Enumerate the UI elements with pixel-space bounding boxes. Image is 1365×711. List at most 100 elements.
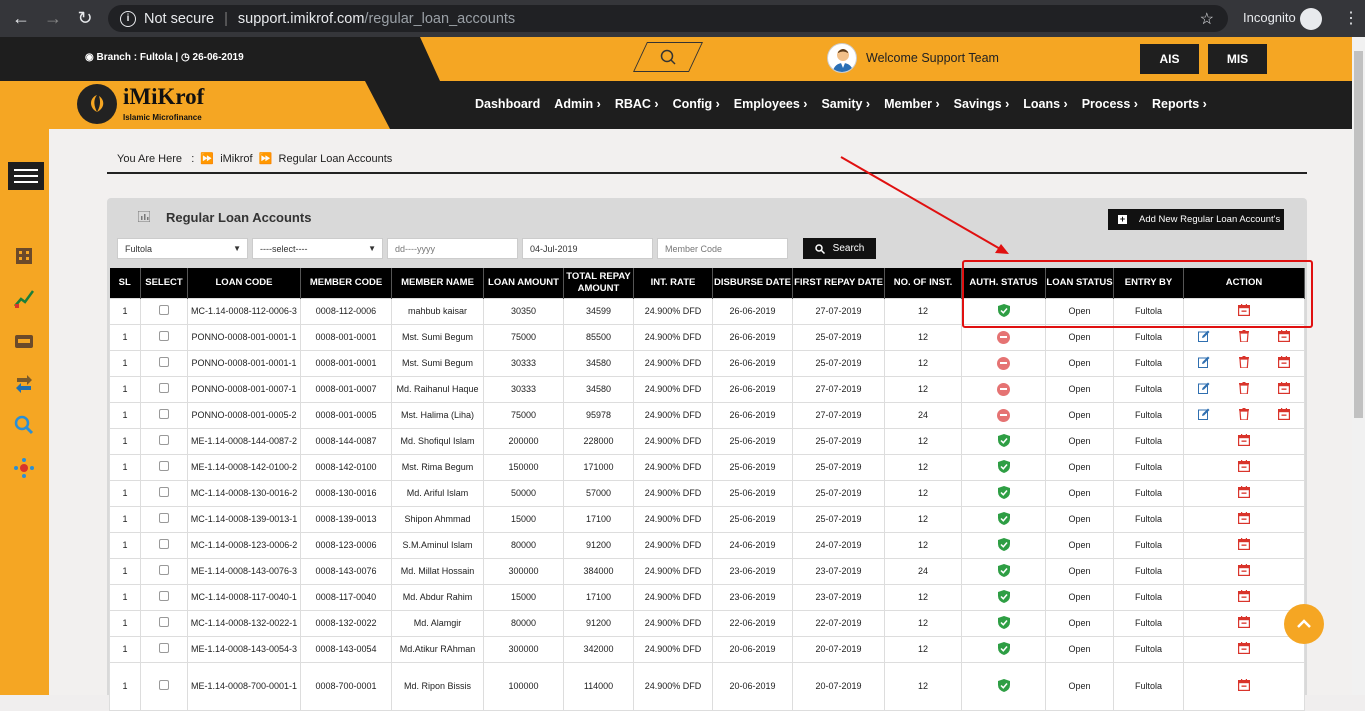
calendar-icon[interactable] bbox=[1238, 590, 1250, 602]
delete-icon[interactable] bbox=[1239, 330, 1249, 342]
calendar-icon[interactable] bbox=[1238, 538, 1250, 550]
hamburger-menu-icon[interactable] bbox=[8, 162, 44, 190]
table-row[interactable]: 1 ME-1.14-0008-143-0076-3 0008-143-0076 Md.… bbox=[109, 557, 1305, 585]
calendar-icon[interactable] bbox=[1238, 679, 1250, 691]
menu-loans[interactable]: Loans › bbox=[1023, 97, 1067, 111]
add-loan-account-button[interactable]: + Add New Regular Loan Account's bbox=[1108, 209, 1284, 230]
delete-icon[interactable] bbox=[1239, 408, 1249, 420]
calendar-icon[interactable] bbox=[1278, 330, 1290, 342]
row-checkbox[interactable] bbox=[159, 383, 169, 393]
select-cell[interactable] bbox=[140, 557, 188, 585]
table-row[interactable]: 1 MC-1.14-0008-112-0006-3 0008-112-0006 mah… bbox=[109, 297, 1305, 325]
calendar-icon[interactable] bbox=[1238, 564, 1250, 576]
bookmark-star-icon[interactable]: ☆ bbox=[1200, 9, 1214, 29]
menu-savings[interactable]: Savings › bbox=[954, 97, 1010, 111]
select-cell[interactable] bbox=[140, 583, 188, 611]
menu-reports[interactable]: Reports › bbox=[1152, 97, 1207, 111]
calendar-icon[interactable] bbox=[1238, 460, 1250, 472]
select-cell[interactable] bbox=[140, 635, 188, 663]
menu-rbac[interactable]: RBAC › bbox=[615, 97, 659, 111]
edit-icon[interactable] bbox=[1198, 330, 1210, 342]
calendar-icon[interactable] bbox=[1238, 486, 1250, 498]
select-cell[interactable] bbox=[140, 505, 188, 533]
calendar-icon[interactable] bbox=[1238, 616, 1250, 628]
row-checkbox[interactable] bbox=[159, 591, 169, 601]
table-row[interactable]: 1 MC-1.14-0008-123-0006-2 0008-123-0006 S.M… bbox=[109, 531, 1305, 559]
row-checkbox[interactable] bbox=[159, 617, 169, 627]
select-cell[interactable] bbox=[140, 401, 188, 429]
select-cell[interactable] bbox=[140, 531, 188, 559]
edit-icon[interactable] bbox=[1198, 356, 1210, 368]
calendar-icon[interactable] bbox=[1238, 642, 1250, 654]
table-row[interactable]: 1 ME-1.14-0008-700-0001-1 0008-700-0001 Md.… bbox=[109, 661, 1305, 711]
edit-icon[interactable] bbox=[1198, 382, 1210, 394]
bank-icon[interactable] bbox=[13, 329, 35, 351]
incognito-icon[interactable] bbox=[1300, 8, 1322, 30]
info-icon[interactable]: i bbox=[120, 10, 136, 27]
row-checkbox[interactable] bbox=[159, 487, 169, 497]
select-cell[interactable] bbox=[140, 323, 188, 351]
branch-select[interactable]: Fultola ▼ bbox=[117, 238, 248, 259]
forward-icon[interactable]: → bbox=[42, 8, 64, 30]
scroll-to-top-button[interactable] bbox=[1284, 604, 1324, 644]
chart-growth-icon[interactable] bbox=[13, 287, 35, 309]
calendar-icon[interactable] bbox=[1238, 304, 1250, 316]
menu-samity[interactable]: Samity › bbox=[821, 97, 870, 111]
calendar-icon[interactable] bbox=[1238, 512, 1250, 524]
select-cell[interactable] bbox=[140, 427, 188, 455]
date-from-input[interactable]: dd----yyyy bbox=[387, 238, 518, 259]
row-checkbox[interactable] bbox=[159, 565, 169, 575]
search-settings-icon[interactable] bbox=[13, 414, 35, 436]
table-row[interactable]: 1 PONNO-0008-001-0001-1 0008-001-0001 Mst. … bbox=[109, 323, 1305, 351]
select-cell[interactable] bbox=[140, 375, 188, 403]
select-cell[interactable] bbox=[140, 297, 188, 325]
back-icon[interactable]: ← bbox=[10, 8, 32, 30]
date-to-input[interactable]: 04-Jul-2019 bbox=[522, 238, 653, 259]
row-checkbox[interactable] bbox=[159, 680, 169, 690]
logo-name[interactable]: iMiKrof bbox=[123, 84, 204, 110]
row-checkbox[interactable] bbox=[159, 435, 169, 445]
building-icon[interactable] bbox=[13, 244, 35, 266]
calendar-icon[interactable] bbox=[1278, 382, 1290, 394]
delete-icon[interactable] bbox=[1239, 356, 1249, 368]
row-checkbox[interactable] bbox=[159, 409, 169, 419]
row-checkbox[interactable] bbox=[159, 305, 169, 315]
page-scrollbar[interactable] bbox=[1352, 37, 1365, 695]
browser-menu-icon[interactable]: ⋮ bbox=[1343, 8, 1359, 28]
row-checkbox[interactable] bbox=[159, 539, 169, 549]
select-cell[interactable] bbox=[140, 453, 188, 481]
scrollbar-thumb[interactable] bbox=[1354, 51, 1363, 418]
edit-icon[interactable] bbox=[1198, 408, 1210, 420]
table-row[interactable]: 1 ME-1.14-0008-144-0087-2 0008-144-0087 Md.… bbox=[109, 427, 1305, 455]
row-checkbox[interactable] bbox=[159, 461, 169, 471]
select-cell[interactable] bbox=[140, 479, 188, 507]
calendar-icon[interactable] bbox=[1278, 408, 1290, 420]
table-row[interactable]: 1 MC-1.14-0008-130-0016-2 0008-130-0016 Md.… bbox=[109, 479, 1305, 507]
breadcrumb-home[interactable]: iMikrof bbox=[220, 153, 252, 165]
logo-icon[interactable] bbox=[77, 84, 117, 124]
user-avatar[interactable] bbox=[827, 43, 857, 73]
table-row[interactable]: 1 PONNO-0008-001-0005-2 0008-001-0005 Mst. … bbox=[109, 401, 1305, 429]
delete-icon[interactable] bbox=[1239, 382, 1249, 394]
transfer-icon[interactable] bbox=[13, 372, 35, 394]
menu-admin[interactable]: Admin › bbox=[554, 97, 601, 111]
table-row[interactable]: 1 MC-1.14-0008-132-0022-1 0008-132-0022 Md.… bbox=[109, 609, 1305, 637]
menu-config[interactable]: Config › bbox=[673, 97, 720, 111]
table-row[interactable]: 1 MC-1.14-0008-139-0013-1 0008-139-0013 Shi… bbox=[109, 505, 1305, 533]
mis-button[interactable]: MIS bbox=[1208, 44, 1267, 74]
reload-icon[interactable]: ↻ bbox=[74, 8, 96, 30]
table-row[interactable]: 1 PONNO-0008-001-0007-1 0008-001-0007 Md. R… bbox=[109, 375, 1305, 403]
row-checkbox[interactable] bbox=[159, 357, 169, 367]
ais-button[interactable]: AIS bbox=[1140, 44, 1199, 74]
address-bar[interactable]: i Not secure | support.imikrof.com/regul… bbox=[108, 5, 1228, 32]
menu-dashboard[interactable]: Dashboard bbox=[475, 97, 540, 111]
select-cell[interactable] bbox=[140, 661, 188, 711]
table-row[interactable]: 1 MC-1.14-0008-117-0040-1 0008-117-0040 Md.… bbox=[109, 583, 1305, 611]
calendar-icon[interactable] bbox=[1238, 434, 1250, 446]
samity-select[interactable]: ----select---- ▼ bbox=[252, 238, 383, 259]
menu-process[interactable]: Process › bbox=[1082, 97, 1138, 111]
calendar-icon[interactable] bbox=[1278, 356, 1290, 368]
row-checkbox[interactable] bbox=[159, 513, 169, 523]
table-row[interactable]: 1 ME-1.14-0008-142-0100-2 0008-142-0100 Mst… bbox=[109, 453, 1305, 481]
select-cell[interactable] bbox=[140, 609, 188, 637]
